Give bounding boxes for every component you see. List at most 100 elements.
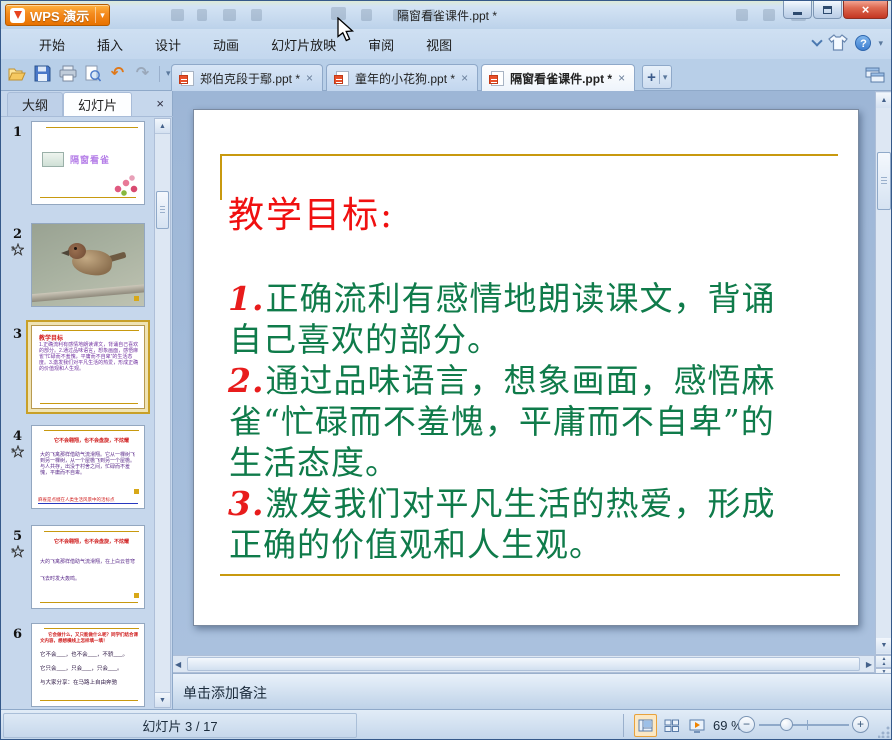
ppt-file-icon xyxy=(489,70,505,86)
slide-thumbnail-1[interactable]: 隔窗看雀 xyxy=(31,121,145,205)
line-text: 生活态度。 xyxy=(229,443,399,482)
vertical-scrollbar[interactable]: ▲ ▼ xyxy=(875,91,891,655)
text-line: 生活态度。 xyxy=(228,442,844,483)
slide-title[interactable]: 教学目标: xyxy=(228,186,394,238)
doc-tab-2[interactable]: 童年的小花狗.ppt * × xyxy=(326,64,479,91)
doc-tab-3-active[interactable]: 隔窗看雀课件.ppt * × xyxy=(481,64,636,91)
panel-scrollbar[interactable]: ▲ ▼ xyxy=(154,118,171,708)
scroll-up-icon[interactable]: ▲ xyxy=(155,119,170,134)
doc-tab-2-close-icon[interactable]: × xyxy=(461,71,468,85)
text-line: 正确的价值观和人生观。 xyxy=(228,524,844,565)
ppt-file-icon xyxy=(179,70,194,86)
scroll-down-icon[interactable]: ▼ xyxy=(876,638,891,653)
slide-indicator: 幻灯片 3 / 17 xyxy=(3,713,357,738)
zoom-slider-center-tick xyxy=(807,720,808,730)
notes-placeholder[interactable]: 单击添加备注 xyxy=(183,683,267,703)
collapse-ribbon-icon[interactable] xyxy=(811,35,824,47)
arrange-windows-button[interactable] xyxy=(865,67,885,88)
doc-tab-1[interactable]: 郑伯克段于鄢.ppt * × xyxy=(171,64,324,91)
open-file-button[interactable] xyxy=(7,63,28,84)
slide-editor-area[interactable]: 教学目标: 1.正确流利有感情地朗读课文，背诵 自己喜欢的部分。 2.通过品味语… xyxy=(173,91,875,655)
document-tabs: 郑伯克段于鄢.ppt * × 童年的小花狗.ppt * × 隔窗看雀课件.ppt… xyxy=(171,64,673,91)
zoom-out-button[interactable]: − xyxy=(738,716,755,733)
sparrow-photo xyxy=(32,224,144,306)
slide-thumbnail-6[interactable]: 它会做什么，又只能做什么呢？同学们结合课文内容，想想横线上怎样填一填！ 它不会_… xyxy=(31,623,145,707)
print-button[interactable] xyxy=(57,63,78,84)
line-text: 雀“忙碌而不羞愧，平庸而不自卑”的 xyxy=(229,402,775,441)
mouse-cursor xyxy=(337,17,355,42)
zoom-slider-track[interactable] xyxy=(759,724,849,726)
doc-tab-3-close-icon[interactable]: × xyxy=(618,71,625,85)
slideshow-button[interactable] xyxy=(685,714,708,737)
menu-insert[interactable]: 插入 xyxy=(81,30,139,59)
slide-thumbnail-5[interactable]: 它不会翱翔，也不会盘旋，不炫耀 大的飞禽那样借助气流滑翔，在上白云苍穹 飞去时发… xyxy=(31,525,145,609)
gold-rule-vertical xyxy=(220,154,222,200)
line-text: 通过品味语言，想象画面，感悟麻 xyxy=(265,361,776,400)
maximize-button[interactable] xyxy=(813,1,842,19)
menu-review[interactable]: 审阅 xyxy=(352,30,410,59)
double-up-icon: ▲ xyxy=(881,661,887,667)
slide-thumbnail-3-selected[interactable]: 教学目标 1.正确流利有感情地朗读课文，背诵自己喜欢的部分。2.通过品味语言，想… xyxy=(26,320,150,414)
slideshow-play-icon xyxy=(689,719,704,733)
print-preview-icon xyxy=(85,65,101,82)
print-preview-button[interactable] xyxy=(82,63,103,84)
resize-grip[interactable] xyxy=(878,726,890,738)
slide-sorter-view-button[interactable] xyxy=(660,714,683,737)
menu-animation[interactable]: 动画 xyxy=(197,30,255,59)
normal-view-button[interactable] xyxy=(634,714,657,737)
help-icon[interactable]: ? xyxy=(855,35,872,51)
line-text: 正确的价值观和人生观。 xyxy=(229,525,603,564)
new-tab-button[interactable]: + ▾ xyxy=(642,65,673,89)
doc-tab-3-label: 隔窗看雀课件.ppt * xyxy=(510,71,613,86)
scrollbar-thumb[interactable] xyxy=(156,191,169,229)
close-button[interactable]: × xyxy=(843,1,888,19)
plus-icon: + xyxy=(647,68,656,86)
thumb-blank-line: 它不会___，也不会___，不骄___。 xyxy=(40,652,129,658)
status-bar: 幻灯片 3 / 17 69 % − + xyxy=(1,709,891,739)
maximize-icon xyxy=(823,5,832,14)
scrollbar-thumb[interactable] xyxy=(877,152,891,210)
menu-design[interactable]: 设计 xyxy=(139,30,197,59)
thumb-body-text: 飞去时发大轰鸣。 xyxy=(40,576,81,582)
tab-outline[interactable]: 大纲 xyxy=(7,92,64,116)
scroll-up-icon[interactable]: ▲ xyxy=(876,93,891,108)
slide-thumbnail-2[interactable] xyxy=(31,223,145,307)
menu-view[interactable]: 视图 xyxy=(410,30,468,59)
minimize-button[interactable] xyxy=(783,1,812,19)
animation-star-icon xyxy=(11,545,24,558)
zoom-in-button[interactable]: + xyxy=(852,716,869,733)
printer-icon xyxy=(59,65,76,82)
skin-shirt-icon[interactable] xyxy=(828,34,849,52)
list-number: 2. xyxy=(228,361,265,400)
scroll-right-icon[interactable]: ▶ xyxy=(866,657,872,672)
toolbar-caret-icon[interactable]: ▾ xyxy=(166,68,171,79)
previous-slide-button[interactable]: ▲ ▲ xyxy=(875,655,891,668)
scroll-down-icon[interactable]: ▼ xyxy=(155,692,170,707)
panel-tabs: 大纲 幻灯片 xyxy=(1,91,173,117)
animation-star-icon xyxy=(11,445,24,458)
doc-tab-1-close-icon[interactable]: × xyxy=(306,71,313,85)
slide-thumbnail-4[interactable]: 它不会翱翔，也不会盘旋，不炫耀 大的飞禽那样借助气流滑翔。它从一棵树飞到另一棵树… xyxy=(31,425,145,509)
horizontal-scrollbar[interactable]: ◀ ▶ xyxy=(173,655,875,673)
slide-body-text[interactable]: 1.正确流利有感情地朗读课文，背诵 自己喜欢的部分。 2.通过品味语言，想象画面… xyxy=(228,278,844,565)
scrollbar-thumb[interactable] xyxy=(187,657,860,671)
menu-home[interactable]: 开始 xyxy=(23,30,81,59)
wps-presentation-window: WPS 演示 ▾ 隔窗看雀课件.ppt * × 开始 插入 设计 动画 幻灯片放… xyxy=(0,0,892,740)
slide-canvas[interactable]: 教学目标: 1.正确流利有感情地朗读课文，背诵 自己喜欢的部分。 2.通过品味语… xyxy=(193,109,859,626)
new-tab-caret-icon[interactable]: ▾ xyxy=(663,72,668,83)
tab-slides[interactable]: 幻灯片 xyxy=(63,92,133,116)
gold-rule xyxy=(44,430,139,431)
scroll-left-icon[interactable]: ◀ xyxy=(175,657,181,672)
doc-tab-1-label: 郑伯克段于鄢.ppt * xyxy=(200,71,301,86)
notes-pane[interactable]: 单击添加备注 xyxy=(173,673,891,709)
help-caret-icon[interactable]: ▾ xyxy=(878,38,883,49)
minimize-icon xyxy=(793,11,802,15)
title-bar: WPS 演示 ▾ 隔窗看雀课件.ppt * × xyxy=(1,1,891,29)
undo-button[interactable]: ↶ xyxy=(107,63,128,84)
branch-shape xyxy=(32,283,144,303)
redo-button[interactable]: ↷ xyxy=(132,63,153,84)
panel-close-icon[interactable]: × xyxy=(156,96,164,111)
line-text: 正确流利有感情地朗读课文，背诵 xyxy=(265,279,776,318)
save-button[interactable] xyxy=(32,63,53,84)
zoom-slider-thumb[interactable] xyxy=(780,718,793,731)
